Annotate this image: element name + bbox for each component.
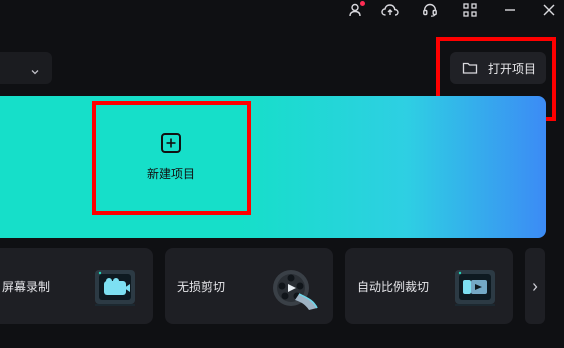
open-project-label: 打开项目 — [488, 61, 537, 76]
headset-icon[interactable] — [419, 0, 441, 20]
cloud-upload-icon[interactable] — [379, 0, 401, 20]
tool-label: 自动比例裁切 — [357, 280, 430, 294]
aspect-dropdown[interactable] — [0, 52, 52, 84]
new-project-button[interactable]: 新建项目 — [95, 104, 247, 210]
auto-crop-icon — [449, 264, 499, 312]
close-icon[interactable] — [538, 0, 560, 20]
new-project-banner[interactable] — [0, 96, 546, 238]
chevron-right-icon — [531, 277, 539, 296]
minimize-icon[interactable] — [499, 0, 521, 20]
tool-label: 无损剪切 — [177, 280, 226, 294]
scroll-right-button[interactable] — [525, 248, 545, 324]
notification-dot — [360, 1, 365, 6]
new-project-label: 新建项目 — [146, 166, 195, 181]
open-project-button[interactable]: 打开项目 — [450, 52, 546, 84]
screen-record-icon — [89, 264, 139, 312]
title-bar — [0, 0, 564, 22]
app-window: 打开项目 新建项目 屏幕录制 无损剪切 自动比例裁切 — [0, 0, 564, 348]
tool-card-auto-crop[interactable]: 自动比例裁切 — [345, 248, 513, 324]
film-reel-icon — [269, 264, 319, 312]
chevron-down-icon — [30, 62, 40, 81]
tool-card-screen-record[interactable]: 屏幕录制 — [0, 248, 153, 324]
folder-icon — [462, 61, 478, 75]
plus-icon — [161, 132, 181, 153]
tool-card-lossless-cut[interactable]: 无损剪切 — [165, 248, 333, 324]
tool-label: 屏幕录制 — [2, 280, 51, 294]
grid-icon[interactable] — [459, 0, 481, 20]
